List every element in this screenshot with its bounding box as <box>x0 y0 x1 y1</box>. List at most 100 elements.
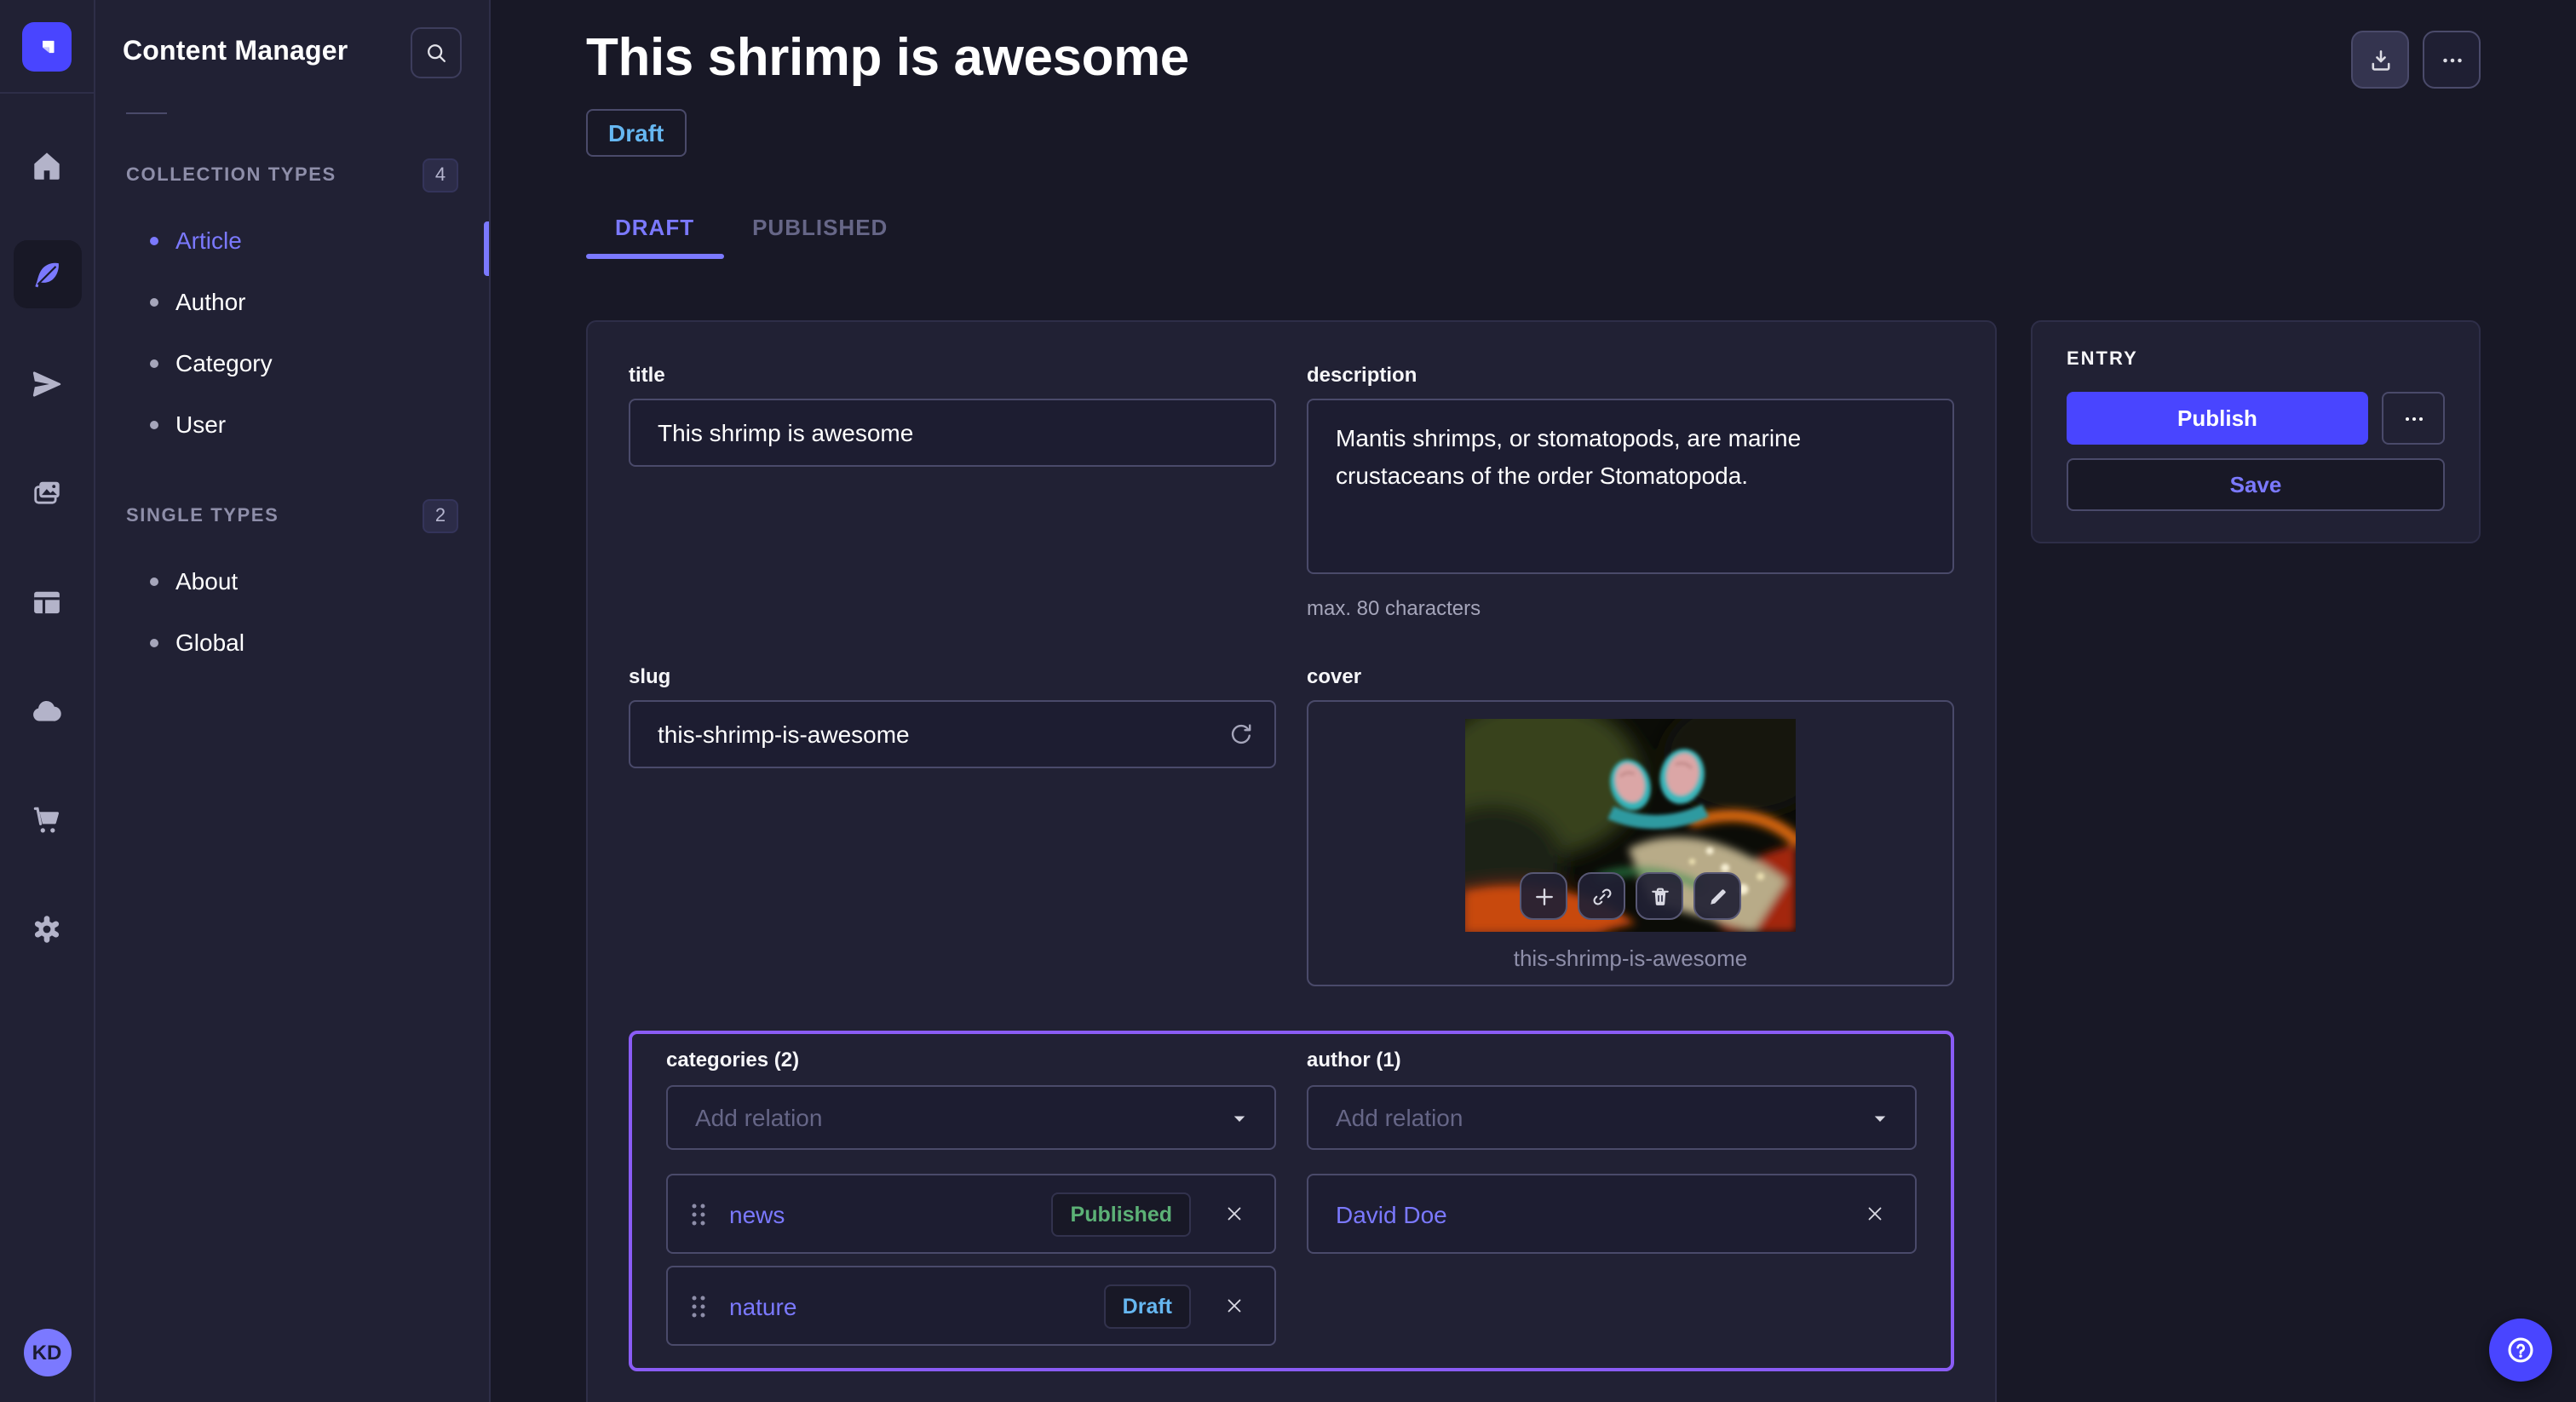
tab-draft[interactable]: DRAFT <box>586 194 723 259</box>
edit-media-button[interactable] <box>1693 872 1741 920</box>
sidebar-item-label: Author <box>175 288 246 315</box>
relations-zone: categories (2) Add relation news <box>629 1031 1954 1371</box>
sidebar-item-global[interactable]: Global <box>123 612 462 673</box>
cover-media-card: this-shrimp-is-awesome <box>1307 700 1954 986</box>
rail-item-marketplace[interactable] <box>13 785 81 853</box>
edit-form-panel: title description Mantis shrimps, or sto… <box>586 320 1997 1402</box>
author-relation-list: David Doe <box>1307 1174 1917 1254</box>
rail-item-settings[interactable] <box>13 894 81 962</box>
help-button[interactable] <box>2489 1319 2552 1382</box>
rail-item-content-type-builder[interactable] <box>13 567 81 635</box>
author-add-relation-combobox[interactable]: Add relation <box>1307 1085 1917 1150</box>
bullet-icon <box>150 577 158 585</box>
field-label-categories: categories (2) <box>666 1048 1276 1072</box>
cart-icon <box>29 802 65 837</box>
categories-add-relation-combobox[interactable]: Add relation <box>666 1085 1276 1150</box>
field-description: description Mantis shrimps, or stomatopo… <box>1307 363 1954 620</box>
sidebar-item-author[interactable]: Author <box>123 271 462 332</box>
layout-icon <box>29 583 65 619</box>
sidebar-item-label: About <box>175 567 238 595</box>
search-button[interactable] <box>411 27 462 78</box>
sidebar-item-label: Global <box>175 629 244 656</box>
relation-item-news: news Published <box>666 1174 1276 1254</box>
bullet-icon <box>150 420 158 428</box>
section-label: COLLECTION TYPES <box>126 165 336 186</box>
download-icon <box>2366 45 2395 74</box>
combobox-placeholder: Add relation <box>1336 1104 1463 1131</box>
plus-icon <box>1531 883 1556 909</box>
entry-heading: ENTRY <box>2067 349 2445 370</box>
sidebar-item-label: Article <box>175 227 242 254</box>
slug-input[interactable] <box>629 700 1276 768</box>
remove-relation-button[interactable] <box>1215 1287 1252 1324</box>
page-title: This shrimp is awesome <box>586 27 1189 89</box>
add-media-button[interactable] <box>1520 872 1567 920</box>
close-icon <box>1222 1295 1245 1317</box>
regenerate-slug-button[interactable] <box>1227 720 1256 749</box>
categories-relation-list: news Published nature <box>666 1174 1276 1346</box>
relation-item-david-doe: David Doe <box>1307 1174 1917 1254</box>
bullet-icon <box>150 236 158 244</box>
main-area: This shrimp is awesome Draft DRAFT PUBL <box>491 0 2576 1402</box>
user-avatar[interactable]: KD <box>23 1329 71 1376</box>
field-author: author (1) Add relation David Doe <box>1307 1048 1917 1346</box>
trash-icon <box>1647 883 1672 909</box>
close-icon <box>1863 1203 1885 1225</box>
close-icon <box>1222 1203 1245 1225</box>
title-input[interactable] <box>629 399 1276 467</box>
field-label-description: description <box>1307 363 1954 387</box>
more-options-button[interactable] <box>2423 31 2481 89</box>
copy-link-button[interactable] <box>1578 872 1625 920</box>
relation-item-nature: nature Draft <box>666 1266 1276 1346</box>
gear-icon <box>29 911 65 946</box>
paper-plane-icon <box>29 365 65 401</box>
question-mark-icon <box>2503 1332 2539 1368</box>
description-textarea[interactable]: Mantis shrimps, or stomatopods, are mari… <box>1307 399 1954 574</box>
sidebar-item-user[interactable]: User <box>123 394 462 455</box>
cloud-icon <box>29 692 65 728</box>
sidebar-item-category[interactable]: Category <box>123 332 462 394</box>
version-tabs: DRAFT PUBLISHED <box>586 194 2481 259</box>
relation-link[interactable]: news <box>729 1200 1032 1227</box>
sidebar-title: Content Manager <box>123 37 348 68</box>
save-button[interactable]: Save <box>2067 458 2445 511</box>
field-label-slug: slug <box>629 664 1276 688</box>
rail-item-media-library[interactable] <box>13 458 81 526</box>
sidebar-item-label: Category <box>175 349 273 376</box>
images-icon <box>29 474 65 510</box>
publish-button[interactable]: Publish <box>2067 392 2368 445</box>
drag-handle-icon[interactable] <box>688 1292 709 1319</box>
entry-panel: ENTRY Publish Save <box>2031 320 2481 543</box>
export-button[interactable] <box>2351 31 2409 89</box>
rail-item-home[interactable] <box>13 131 81 199</box>
delete-media-button[interactable] <box>1636 872 1683 920</box>
bullet-icon <box>150 638 158 646</box>
section-count-badge: 2 <box>423 499 458 533</box>
rail-item-deploy[interactable] <box>13 676 81 744</box>
field-label-author: author (1) <box>1307 1048 1917 1072</box>
sidebar-item-about[interactable]: About <box>123 550 462 612</box>
cover-actions <box>1520 872 1741 920</box>
strapi-logo[interactable] <box>22 22 72 72</box>
home-icon <box>29 147 65 183</box>
status-badge: Draft <box>586 109 686 157</box>
relation-link[interactable]: David Doe <box>1336 1200 1831 1227</box>
drag-handle-icon[interactable] <box>688 1200 709 1227</box>
section-collection-types: COLLECTION TYPES 4 Article Author Catego… <box>123 158 462 455</box>
entry-more-button[interactable] <box>2382 392 2445 445</box>
description-helper: max. 80 characters <box>1307 596 1954 620</box>
bullet-icon <box>150 359 158 367</box>
rail-item-content-manager[interactable] <box>13 240 81 308</box>
relation-link[interactable]: nature <box>729 1292 1084 1319</box>
rail-divider <box>0 92 95 94</box>
app-window: KD Content Manager COLLECTION TYPES 4 Ar… <box>0 0 2576 1402</box>
rail-item-releases[interactable] <box>13 349 81 417</box>
tab-published[interactable]: PUBLISHED <box>723 194 917 259</box>
section-label: SINGLE TYPES <box>126 506 279 526</box>
remove-relation-button[interactable] <box>1215 1195 1252 1232</box>
remove-relation-button[interactable] <box>1855 1195 1893 1232</box>
strapi-logo-icon <box>32 32 61 61</box>
field-title: title <box>629 363 1276 620</box>
sidebar-item-article[interactable]: Article <box>123 210 462 271</box>
chevron-down-icon <box>1867 1105 1893 1130</box>
